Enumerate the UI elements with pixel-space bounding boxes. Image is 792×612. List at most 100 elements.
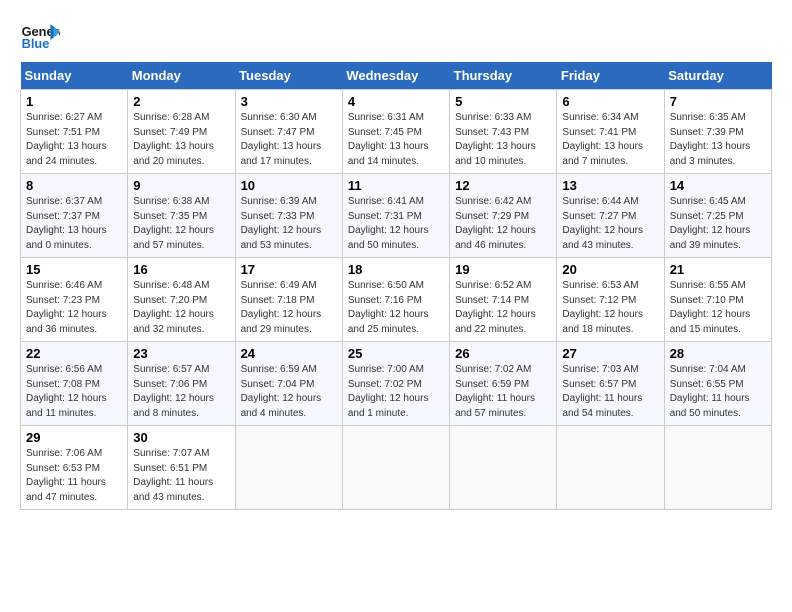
day-number: 13 — [562, 178, 658, 193]
day-number: 4 — [348, 94, 444, 109]
calendar-cell: 15 Sunrise: 6:46 AM Sunset: 7:23 PM Dayli… — [21, 258, 128, 342]
calendar-cell: 3 Sunrise: 6:30 AM Sunset: 7:47 PM Daylig… — [235, 90, 342, 174]
logo-icon: General Blue — [20, 20, 60, 52]
day-info: Sunrise: 6:30 AM Sunset: 7:47 PM Dayligh… — [241, 111, 337, 169]
day-number: 25 — [348, 346, 444, 361]
day-info: Sunrise: 6:39 AM Sunset: 7:33 PM Dayligh… — [241, 195, 337, 253]
day-info: Sunrise: 6:33 AM Sunset: 7:43 PM Dayligh… — [455, 111, 551, 169]
calendar-cell: 20 Sunrise: 6:53 AM Sunset: 7:12 PM Dayli… — [557, 258, 664, 342]
calendar-cell: 7 Sunrise: 6:35 AM Sunset: 7:39 PM Daylig… — [664, 90, 771, 174]
day-info: Sunrise: 6:28 AM Sunset: 7:49 PM Dayligh… — [133, 111, 229, 169]
calendar-table: SundayMondayTuesdayWednesdayThursdayFrid… — [20, 62, 772, 510]
calendar-week-5: 29 Sunrise: 7:06 AM Sunset: 6:53 PM Dayli… — [21, 426, 772, 510]
calendar-cell: 24 Sunrise: 6:59 AM Sunset: 7:04 PM Dayli… — [235, 342, 342, 426]
day-number: 11 — [348, 178, 444, 193]
day-number: 18 — [348, 262, 444, 277]
day-number: 21 — [670, 262, 766, 277]
day-number: 12 — [455, 178, 551, 193]
calendar-cell — [664, 426, 771, 510]
day-info: Sunrise: 6:56 AM Sunset: 7:08 PM Dayligh… — [26, 363, 122, 421]
day-number: 27 — [562, 346, 658, 361]
calendar-cell — [342, 426, 449, 510]
day-number: 19 — [455, 262, 551, 277]
calendar-cell: 6 Sunrise: 6:34 AM Sunset: 7:41 PM Daylig… — [557, 90, 664, 174]
calendar-cell: 13 Sunrise: 6:44 AM Sunset: 7:27 PM Dayli… — [557, 174, 664, 258]
header-friday: Friday — [557, 62, 664, 90]
day-number: 30 — [133, 430, 229, 445]
day-number: 22 — [26, 346, 122, 361]
day-number: 23 — [133, 346, 229, 361]
calendar-header-row: SundayMondayTuesdayWednesdayThursdayFrid… — [21, 62, 772, 90]
calendar-cell — [450, 426, 557, 510]
day-info: Sunrise: 6:46 AM Sunset: 7:23 PM Dayligh… — [26, 279, 122, 337]
logo: General Blue — [20, 20, 64, 52]
calendar-cell: 17Sunrise: 6:49 AM Sunset: 7:18 PM Dayli… — [235, 258, 342, 342]
day-info: Sunrise: 6:44 AM Sunset: 7:27 PM Dayligh… — [562, 195, 658, 253]
header-thursday: Thursday — [450, 62, 557, 90]
calendar-cell: 10Sunrise: 6:39 AM Sunset: 7:33 PM Dayli… — [235, 174, 342, 258]
day-number: 15 — [26, 262, 122, 277]
day-info: Sunrise: 7:00 AM Sunset: 7:02 PM Dayligh… — [348, 363, 444, 421]
calendar-cell: 11 Sunrise: 6:41 AM Sunset: 7:31 PM Dayli… — [342, 174, 449, 258]
day-info: Sunrise: 6:48 AM Sunset: 7:20 PM Dayligh… — [133, 279, 229, 337]
day-info: Sunrise: 6:57 AM Sunset: 7:06 PM Dayligh… — [133, 363, 229, 421]
calendar-week-2: 8 Sunrise: 6:37 AM Sunset: 7:37 PM Daylig… — [21, 174, 772, 258]
header-saturday: Saturday — [664, 62, 771, 90]
calendar-cell: 1Sunrise: 6:27 AM Sunset: 7:51 PM Daylig… — [21, 90, 128, 174]
day-info: Sunrise: 7:06 AM Sunset: 6:53 PM Dayligh… — [26, 447, 122, 505]
day-info: Sunrise: 6:41 AM Sunset: 7:31 PM Dayligh… — [348, 195, 444, 253]
calendar-cell — [235, 426, 342, 510]
header-monday: Monday — [128, 62, 235, 90]
day-number: 5 — [455, 94, 551, 109]
header-wednesday: Wednesday — [342, 62, 449, 90]
day-number: 24 — [241, 346, 337, 361]
day-info: Sunrise: 7:04 AM Sunset: 6:55 PM Dayligh… — [670, 363, 766, 421]
day-number: 6 — [562, 94, 658, 109]
calendar-cell: 9 Sunrise: 6:38 AM Sunset: 7:35 PM Daylig… — [128, 174, 235, 258]
day-number: 2 — [133, 94, 229, 109]
page-header: General Blue — [20, 20, 772, 52]
header-tuesday: Tuesday — [235, 62, 342, 90]
day-info: Sunrise: 6:53 AM Sunset: 7:12 PM Dayligh… — [562, 279, 658, 337]
svg-text:Blue: Blue — [22, 36, 50, 51]
day-info: Sunrise: 6:35 AM Sunset: 7:39 PM Dayligh… — [670, 111, 766, 169]
calendar-cell: 21 Sunrise: 6:55 AM Sunset: 7:10 PM Dayli… — [664, 258, 771, 342]
calendar-week-3: 15 Sunrise: 6:46 AM Sunset: 7:23 PM Dayli… — [21, 258, 772, 342]
calendar-cell: 29 Sunrise: 7:06 AM Sunset: 6:53 PM Dayli… — [21, 426, 128, 510]
day-number: 7 — [670, 94, 766, 109]
calendar-cell: 28 Sunrise: 7:04 AM Sunset: 6:55 PM Dayli… — [664, 342, 771, 426]
day-info: Sunrise: 6:49 AM Sunset: 7:18 PM Dayligh… — [241, 279, 337, 337]
calendar-cell: 4 Sunrise: 6:31 AM Sunset: 7:45 PM Daylig… — [342, 90, 449, 174]
calendar-week-1: 1Sunrise: 6:27 AM Sunset: 7:51 PM Daylig… — [21, 90, 772, 174]
day-number: 8 — [26, 178, 122, 193]
calendar-cell: 30 Sunrise: 7:07 AM Sunset: 6:51 PM Dayli… — [128, 426, 235, 510]
calendar-cell: 25 Sunrise: 7:00 AM Sunset: 7:02 PM Dayli… — [342, 342, 449, 426]
day-info: Sunrise: 7:07 AM Sunset: 6:51 PM Dayligh… — [133, 447, 229, 505]
calendar-cell: 14 Sunrise: 6:45 AM Sunset: 7:25 PM Dayli… — [664, 174, 771, 258]
day-info: Sunrise: 6:42 AM Sunset: 7:29 PM Dayligh… — [455, 195, 551, 253]
day-info: Sunrise: 6:31 AM Sunset: 7:45 PM Dayligh… — [348, 111, 444, 169]
day-number: 16 — [133, 262, 229, 277]
day-number: 14 — [670, 178, 766, 193]
calendar-cell: 8 Sunrise: 6:37 AM Sunset: 7:37 PM Daylig… — [21, 174, 128, 258]
day-info: Sunrise: 6:52 AM Sunset: 7:14 PM Dayligh… — [455, 279, 551, 337]
day-info: Sunrise: 6:34 AM Sunset: 7:41 PM Dayligh… — [562, 111, 658, 169]
day-number: 29 — [26, 430, 122, 445]
calendar-cell: 27Sunrise: 7:03 AM Sunset: 6:57 PM Dayli… — [557, 342, 664, 426]
day-info: Sunrise: 6:55 AM Sunset: 7:10 PM Dayligh… — [670, 279, 766, 337]
day-number: 28 — [670, 346, 766, 361]
day-info: Sunrise: 7:02 AM Sunset: 6:59 PM Dayligh… — [455, 363, 551, 421]
calendar-week-4: 22 Sunrise: 6:56 AM Sunset: 7:08 PM Dayli… — [21, 342, 772, 426]
calendar-cell: 12 Sunrise: 6:42 AM Sunset: 7:29 PM Dayli… — [450, 174, 557, 258]
day-info: Sunrise: 6:45 AM Sunset: 7:25 PM Dayligh… — [670, 195, 766, 253]
day-info: Sunrise: 6:59 AM Sunset: 7:04 PM Dayligh… — [241, 363, 337, 421]
calendar-cell: 18Sunrise: 6:50 AM Sunset: 7:16 PM Dayli… — [342, 258, 449, 342]
day-number: 26 — [455, 346, 551, 361]
calendar-cell: 22 Sunrise: 6:56 AM Sunset: 7:08 PM Dayli… — [21, 342, 128, 426]
day-number: 3 — [241, 94, 337, 109]
day-info: Sunrise: 6:38 AM Sunset: 7:35 PM Dayligh… — [133, 195, 229, 253]
day-number: 9 — [133, 178, 229, 193]
calendar-cell: 2 Sunrise: 6:28 AM Sunset: 7:49 PM Daylig… — [128, 90, 235, 174]
day-number: 20 — [562, 262, 658, 277]
day-info: Sunrise: 6:37 AM Sunset: 7:37 PM Dayligh… — [26, 195, 122, 253]
